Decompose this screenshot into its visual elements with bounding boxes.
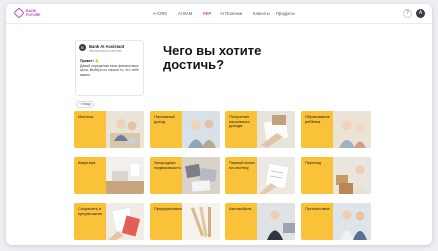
assistant-message-block: Привет! 👋 Давай определим твои финансовы… <box>80 59 142 77</box>
page-title: Чего вы хотите достичь? <box>163 43 262 72</box>
app-window: BANK FUTURE A-CRM AI BAM FEP AI Платежи … <box>6 4 432 245</box>
goal-tile-apartment[interactable]: Квартира <box>74 157 144 194</box>
tile-label: Пассивный доход <box>154 114 175 124</box>
child-education-photo-icon <box>333 111 371 148</box>
goal-tile-entrepreneurship[interactable]: Предпринимательство <box>150 203 220 240</box>
goal-tile-country-property[interactable]: Загородная недвижимость <box>150 157 220 194</box>
nav-item-a-crm[interactable]: A-CRM <box>153 11 167 16</box>
apartment-photo-icon <box>106 157 144 194</box>
tile-label: Ипотека <box>78 114 94 119</box>
assistant-greeting: Привет! 👋 <box>80 59 100 63</box>
travel-photo-icon <box>333 203 371 240</box>
goal-tile-mortgage-down-payment[interactable]: Первый взнос на ипотеку <box>225 157 295 194</box>
country-property-photo-icon <box>182 157 220 194</box>
entrepreneurship-photo-icon <box>182 203 220 240</box>
back-button[interactable]: ‹ Назад <box>76 101 94 108</box>
nav-item-products[interactable]: Продукты <box>276 11 295 16</box>
goal-tile-child-education[interactable]: Образование ребёнка <box>301 111 371 148</box>
help-icon[interactable]: ? <box>403 9 412 18</box>
mortgage-photo-icon <box>106 111 144 148</box>
nav-item-clients[interactable]: Клиенты <box>253 11 270 16</box>
nav-item-ai-payments[interactable]: AI Платежи <box>220 11 242 16</box>
relocation-photo-icon <box>333 157 371 194</box>
assistant-card: B Bank AI Assistant Финансовый советник … <box>75 40 144 96</box>
tile-label: Образование ребёнка <box>305 114 330 124</box>
nav-item-fep[interactable]: FEP <box>203 11 211 16</box>
goal-tile-relocation[interactable]: Переезд <box>301 157 371 194</box>
user-avatar[interactable]: A <box>416 9 425 18</box>
passive-income-photo-icon <box>182 111 220 148</box>
goal-tile-passive-income[interactable]: Пассивный доход <box>150 111 220 148</box>
assistant-message: Давай определим твои финансовые цели. Вы… <box>80 63 139 77</box>
tile-label: Первый взнос на ипотеку <box>229 160 256 170</box>
tile-label: Получение пассивного дохода <box>229 114 250 129</box>
goal-tile-mortgage[interactable]: Ипотека <box>74 111 144 148</box>
tile-label: Переезд <box>305 160 321 165</box>
tile-label: Квартира <box>78 160 96 165</box>
tile-label: Загородная недвижимость <box>154 160 181 170</box>
car-photo-icon <box>257 203 295 240</box>
documents-photo-icon <box>257 111 295 148</box>
tile-label: Путешествие <box>305 206 330 211</box>
assistant-avatar: B <box>79 44 86 51</box>
goal-tile-save-and-grow[interactable]: Сохранить и преумножить <box>74 203 144 240</box>
assistant-subtitle: Финансовый советник <box>89 49 122 53</box>
top-navigation: BANK FUTURE A-CRM AI BAM FEP AI Платежи … <box>6 4 432 24</box>
tile-label: Предпринимательство <box>154 206 196 211</box>
logo-line2: FUTURE <box>26 13 41 17</box>
tile-label: Сохранить и преумножить <box>78 206 103 216</box>
goal-tile-receiving-passive-income[interactable]: Получение пассивного дохода <box>225 111 295 148</box>
logo-mark-icon <box>13 7 25 19</box>
goal-tile-car[interactable]: Автомобиль <box>225 203 295 240</box>
goal-tile-travel[interactable]: Путешествие <box>301 203 371 240</box>
logo[interactable]: BANK FUTURE <box>13 7 45 21</box>
tile-label: Автомобиль <box>229 206 252 211</box>
nav-item-ai-bam[interactable]: AI BAM <box>178 11 192 16</box>
down-payment-photo-icon <box>257 157 295 194</box>
save-and-grow-photo-icon <box>106 203 144 240</box>
